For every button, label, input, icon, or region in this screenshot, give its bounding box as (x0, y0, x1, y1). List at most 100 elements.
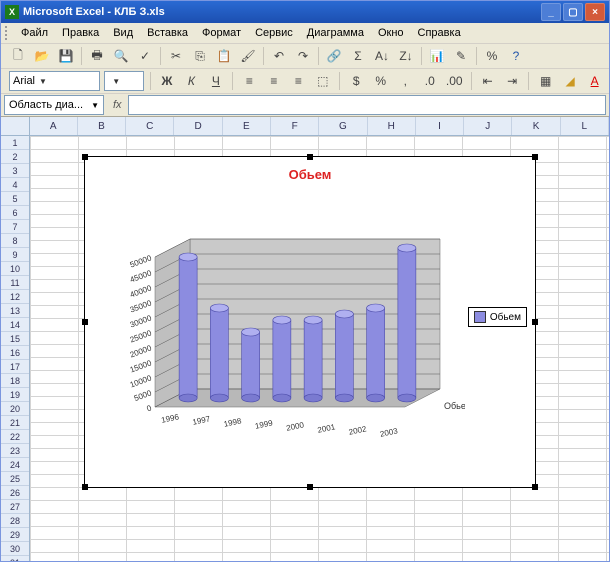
row-header[interactable]: 8 (1, 234, 29, 248)
row-header[interactable]: 20 (1, 402, 29, 416)
row-header[interactable]: 25 (1, 472, 29, 486)
row-header[interactable]: 14 (1, 318, 29, 332)
menu-view[interactable]: Вид (107, 26, 139, 40)
align-right-icon[interactable]: ≡ (288, 70, 309, 92)
chart-title[interactable]: Обьем (85, 167, 535, 182)
border-icon[interactable]: ▦ (535, 70, 556, 92)
row-header[interactable]: 17 (1, 360, 29, 374)
menu-tools[interactable]: Сервис (249, 26, 299, 40)
menu-format[interactable]: Формат (196, 26, 247, 40)
percent-icon[interactable]: % (371, 70, 392, 92)
plot-area[interactable]: 0500010000150002000025000300003500040000… (95, 207, 465, 467)
sort-asc-icon[interactable]: A↓ (371, 45, 393, 67)
col-header[interactable]: B (78, 117, 126, 135)
currency-icon[interactable]: $ (346, 70, 367, 92)
col-header[interactable]: C (126, 117, 174, 135)
help-icon[interactable]: ? (505, 45, 527, 67)
col-header[interactable]: L (561, 117, 609, 135)
row-header[interactable]: 1 (1, 136, 29, 150)
redo-icon[interactable]: ↷ (292, 45, 314, 67)
paste-icon[interactable]: 📋 (213, 45, 235, 67)
menu-file[interactable]: Файл (15, 26, 54, 40)
align-left-icon[interactable]: ≡ (239, 70, 260, 92)
row-header[interactable]: 9 (1, 248, 29, 262)
row-header[interactable]: 28 (1, 514, 29, 528)
print-icon[interactable]: 🖶 (86, 45, 108, 67)
row-header[interactable]: 21 (1, 416, 29, 430)
zoom-icon[interactable]: % (481, 45, 503, 67)
cells-area[interactable]: Обьем 0500010000150002000025000300003500… (30, 136, 609, 561)
row-header[interactable]: 7 (1, 220, 29, 234)
menu-window[interactable]: Окно (372, 26, 410, 40)
bold-button[interactable]: Ж (157, 70, 178, 92)
row-header[interactable]: 31 (1, 556, 29, 561)
legend[interactable]: Обьем (468, 307, 527, 327)
resize-handle[interactable] (82, 484, 88, 490)
row-header[interactable]: 3 (1, 164, 29, 178)
row-header[interactable]: 6 (1, 206, 29, 220)
col-header[interactable]: G (319, 117, 367, 135)
new-icon[interactable]: 🗋 (7, 45, 29, 67)
sort-desc-icon[interactable]: Z↓ (395, 45, 417, 67)
merge-icon[interactable]: ⬚ (313, 70, 334, 92)
col-header[interactable]: F (271, 117, 319, 135)
col-header[interactable]: J (464, 117, 512, 135)
save-icon[interactable]: 💾 (55, 45, 77, 67)
row-header[interactable]: 5 (1, 192, 29, 206)
chart-object[interactable]: Обьем 0500010000150002000025000300003500… (84, 156, 536, 488)
col-header[interactable]: A (30, 117, 78, 135)
menu-insert[interactable]: Вставка (141, 26, 194, 40)
resize-handle[interactable] (532, 154, 538, 160)
row-header[interactable]: 11 (1, 276, 29, 290)
chart-icon[interactable]: 📊 (426, 45, 448, 67)
row-header[interactable]: 12 (1, 290, 29, 304)
menu-chart[interactable]: Диаграмма (301, 26, 370, 40)
italic-button[interactable]: К (181, 70, 202, 92)
menu-edit[interactable]: Правка (56, 26, 105, 40)
resize-handle[interactable] (82, 319, 88, 325)
titlebar[interactable]: X Microsoft Excel - КЛБ З.xls _ ▢ × (1, 1, 609, 23)
row-header[interactable]: 26 (1, 486, 29, 500)
indent-inc-icon[interactable]: ⇥ (502, 70, 523, 92)
fmtpaint-icon[interactable]: 🖌 (237, 45, 259, 67)
name-box[interactable]: Область диа... ▼ (4, 95, 104, 115)
menu-help[interactable]: Справка (412, 26, 467, 40)
undo-icon[interactable]: ↶ (268, 45, 290, 67)
row-header[interactable]: 22 (1, 430, 29, 444)
row-header[interactable]: 30 (1, 542, 29, 556)
close-button[interactable]: × (585, 3, 605, 21)
resize-handle[interactable] (532, 484, 538, 490)
row-header[interactable]: 23 (1, 444, 29, 458)
link-icon[interactable]: 🔗 (323, 45, 345, 67)
sum-icon[interactable]: Σ (347, 45, 369, 67)
row-header[interactable]: 18 (1, 374, 29, 388)
col-header[interactable]: H (368, 117, 416, 135)
dec-dec-icon[interactable]: .00 (444, 70, 465, 92)
row-header[interactable]: 15 (1, 332, 29, 346)
open-icon[interactable]: 📂 (31, 45, 53, 67)
col-header[interactable]: D (174, 117, 222, 135)
spell-icon[interactable]: ✓ (134, 45, 156, 67)
row-header[interactable]: 10 (1, 262, 29, 276)
resize-handle[interactable] (307, 484, 313, 490)
row-header[interactable]: 27 (1, 500, 29, 514)
resize-handle[interactable] (307, 154, 313, 160)
underline-button[interactable]: Ч (206, 70, 227, 92)
row-header[interactable]: 16 (1, 346, 29, 360)
drawing-icon[interactable]: ✎ (450, 45, 472, 67)
fill-color-icon[interactable]: ◢ (560, 70, 581, 92)
font-color-icon[interactable]: A (584, 70, 605, 92)
copy-icon[interactable]: ⎘ (189, 45, 211, 67)
toolbar-grip[interactable] (5, 26, 11, 40)
minimize-button[interactable]: _ (541, 3, 561, 21)
fx-icon[interactable]: fx (107, 99, 128, 111)
row-header[interactable]: 13 (1, 304, 29, 318)
resize-handle[interactable] (532, 319, 538, 325)
align-center-icon[interactable]: ≡ (264, 70, 285, 92)
row-header[interactable]: 4 (1, 178, 29, 192)
font-name-combo[interactable]: Arial▼ (9, 71, 100, 91)
preview-icon[interactable]: 🔍 (110, 45, 132, 67)
row-header[interactable]: 19 (1, 388, 29, 402)
row-header[interactable]: 29 (1, 528, 29, 542)
maximize-button[interactable]: ▢ (563, 3, 583, 21)
